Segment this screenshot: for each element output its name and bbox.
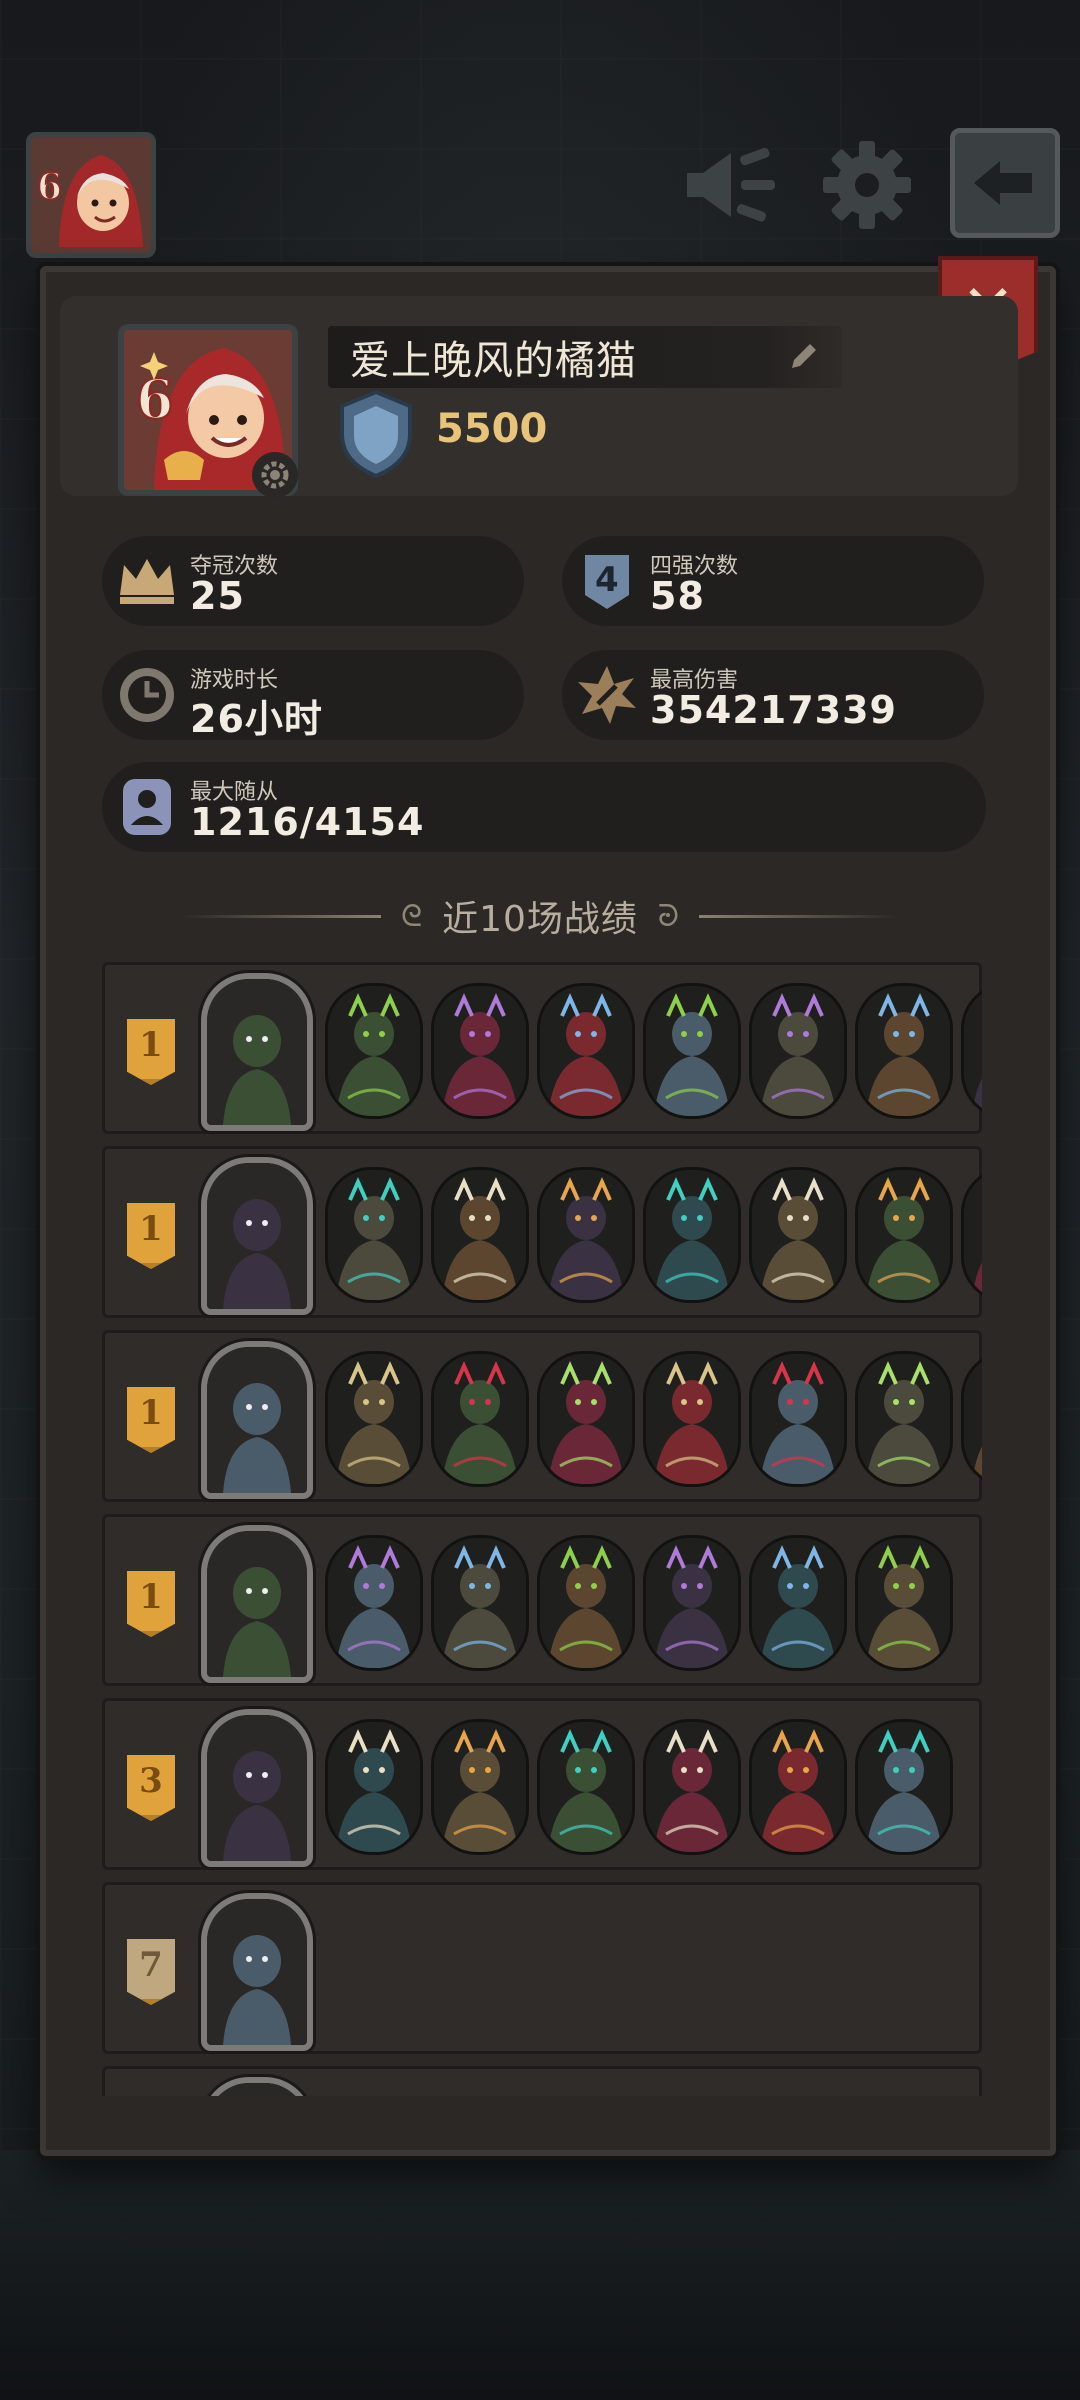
minion-card[interactable]: [643, 1719, 741, 1855]
minion-card[interactable]: [325, 1167, 423, 1303]
player-name-bar[interactable]: 爱上晚风的橘猫: [328, 326, 842, 388]
stat-max-minions: 最大随从 1216/4154: [102, 762, 986, 852]
match-row[interactable]: 1: [102, 1330, 982, 1502]
swirl-icon: ᘒ: [657, 898, 680, 934]
minion-card[interactable]: [325, 1351, 423, 1487]
match-row[interactable]: 3: [102, 1698, 982, 1870]
placement-badge: 1: [127, 1571, 175, 1637]
minion-card[interactable]: [325, 983, 423, 1119]
floor-background: [0, 2150, 1080, 2400]
stat-playtime: 游戏时长 26小时: [102, 650, 524, 741]
swirl-icon: ᘓ: [400, 898, 423, 934]
minion-card[interactable]: [855, 1167, 953, 1303]
hero-portrait[interactable]: [201, 973, 313, 1131]
hero-portrait[interactable]: [201, 1709, 313, 1867]
shield-rank-icon: [340, 389, 412, 479]
placement-number: 7: [139, 1945, 163, 1985]
minion-card[interactable]: [537, 1719, 635, 1855]
hero-portrait[interactable]: [201, 2077, 313, 2096]
minion-card[interactable]: [325, 1535, 423, 1671]
settings-button[interactable]: [812, 130, 922, 240]
stat-value: 25: [190, 574, 245, 618]
minion-card[interactable]: [643, 1167, 741, 1303]
placement-badge: 1: [127, 1203, 175, 1269]
exit-button[interactable]: [950, 128, 1060, 238]
minion-card[interactable]: [431, 1535, 529, 1671]
minion-card[interactable]: [431, 983, 529, 1119]
minion-card[interactable]: [643, 983, 741, 1119]
clock-icon: [116, 664, 178, 726]
exit-arrow-icon: [974, 161, 1032, 205]
placement-badge: 1: [127, 1019, 175, 1085]
svg-text:6: 6: [37, 166, 62, 208]
minion-card[interactable]: [749, 1167, 847, 1303]
minion-card[interactable]: [855, 983, 953, 1119]
stat-value: 1216/4154: [190, 800, 425, 844]
minion-card[interactable]: [537, 1167, 635, 1303]
minion-card[interactable]: [537, 1351, 635, 1487]
sound-button[interactable]: [676, 130, 786, 240]
avatar-portrait-icon: 6: [31, 137, 151, 253]
placement-badge: 7: [127, 1939, 175, 2005]
gear-icon: [261, 461, 289, 489]
minion-card[interactable]: [537, 983, 635, 1119]
placement-badge: 3: [127, 1755, 175, 1821]
minion-card[interactable]: [961, 1351, 982, 1487]
minion-card[interactable]: [325, 1719, 423, 1855]
placement-number: 1: [139, 1025, 163, 1065]
svg-text:4: 4: [595, 560, 619, 600]
recent-matches-list[interactable]: 1 1 1 1 3 7: [102, 962, 982, 2096]
minion-card[interactable]: [855, 1351, 953, 1487]
crown-icon: [116, 550, 178, 612]
stat-value: 354217339: [650, 688, 897, 732]
stat-value: 26小时: [190, 697, 323, 741]
placement-number: 1: [139, 1209, 163, 1249]
explosion-icon: [576, 664, 638, 726]
minion-card[interactable]: [961, 983, 982, 1119]
minion-card[interactable]: [643, 1535, 741, 1671]
minion-card[interactable]: [749, 1535, 847, 1671]
match-row[interactable]: 1: [102, 962, 982, 1134]
recent-matches-title: 近10场战绩: [442, 899, 638, 940]
placement-number: 1: [139, 1577, 163, 1617]
person-icon: [116, 776, 178, 838]
avatar-settings-button[interactable]: [252, 452, 298, 498]
recent-matches-heading: ᘓ 近10场战绩 ᘒ: [0, 888, 1080, 944]
placement-badge: 1: [127, 1387, 175, 1453]
placement-number: 1: [139, 1393, 163, 1433]
hero-portrait[interactable]: [201, 1893, 313, 2051]
stat-max-damage: 最高伤害 354217339: [562, 650, 984, 740]
match-row[interactable]: 1: [102, 1146, 982, 1318]
divider: [180, 914, 381, 918]
minion-card[interactable]: [431, 1167, 529, 1303]
match-row[interactable]: 1: [102, 1514, 982, 1686]
match-row[interactable]: 7: [102, 1882, 982, 2054]
match-row[interactable]: [102, 2066, 982, 2096]
minion-card[interactable]: [749, 1351, 847, 1487]
minion-card[interactable]: [431, 1719, 529, 1855]
minion-card[interactable]: [855, 1535, 953, 1671]
minion-card[interactable]: [855, 1719, 953, 1855]
minion-card[interactable]: [643, 1351, 741, 1487]
player-avatar-small[interactable]: 6: [26, 132, 156, 258]
minion-card[interactable]: [749, 983, 847, 1119]
gear-icon: [823, 141, 911, 229]
placement-number: 3: [139, 1761, 163, 1801]
hero-portrait[interactable]: [201, 1525, 313, 1683]
minion-card[interactable]: [961, 1167, 982, 1303]
badge-4-icon: 4: [576, 550, 638, 612]
hero-portrait[interactable]: [201, 1341, 313, 1499]
hero-portrait[interactable]: [201, 1157, 313, 1315]
minion-card[interactable]: [431, 1351, 529, 1487]
stat-top4-count: 4 四强次数 58: [562, 536, 984, 626]
player-name: 爱上晚风的橘猫: [350, 338, 637, 384]
stat-champion-count: 夺冠次数 25: [102, 536, 524, 626]
divider: [699, 914, 900, 918]
minion-card[interactable]: [749, 1719, 847, 1855]
megaphone-icon: [687, 147, 775, 222]
pencil-icon[interactable]: [786, 340, 820, 374]
minion-card[interactable]: [537, 1535, 635, 1671]
player-rating: 5500: [436, 406, 548, 452]
stat-value: 58: [650, 574, 705, 618]
